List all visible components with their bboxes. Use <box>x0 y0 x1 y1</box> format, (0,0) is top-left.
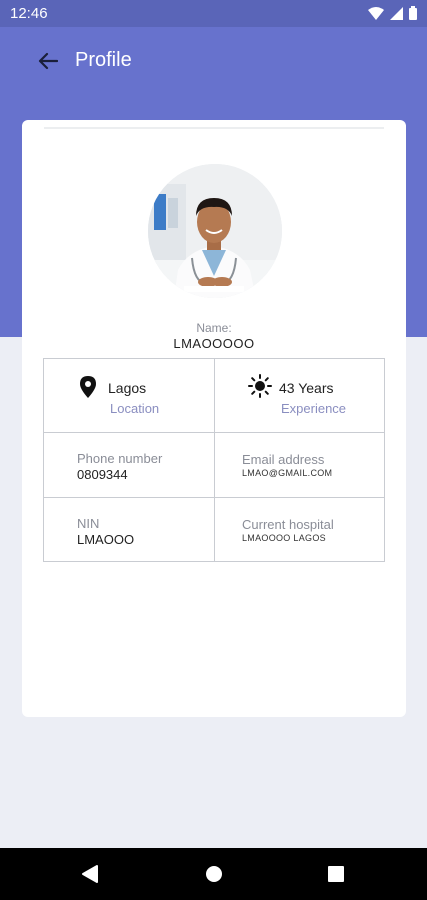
nav-back-icon[interactable] <box>81 864 99 884</box>
sun-icon <box>248 374 272 398</box>
page-title: Profile <box>75 49 132 71</box>
nin-value: LMAOOO <box>77 532 135 547</box>
experience-label: Experience <box>281 401 347 416</box>
grid-divider-horizontal <box>44 497 384 498</box>
card-divider <box>44 127 384 129</box>
name-value: LMAOOOOO <box>173 336 255 351</box>
status-time: 12:46 <box>10 5 48 22</box>
hospital-value: LMAOOOO LAGOS <box>242 533 326 543</box>
location-label: Location <box>110 401 160 416</box>
grid-divider-vertical <box>214 359 215 561</box>
avatar <box>148 164 282 298</box>
nin-label: NIN <box>77 516 100 531</box>
nav-recents-icon[interactable] <box>328 866 344 882</box>
wifi-icon <box>368 6 384 20</box>
location-value: Lagos <box>108 380 147 396</box>
back-button[interactable] <box>30 47 66 75</box>
profile-card: Name: LMAOOOOO Lagos Location 43 Years E… <box>22 120 406 717</box>
name-label: Name: <box>196 321 232 335</box>
email-value: LMAO@GMAIL.COM <box>242 468 333 478</box>
hospital-label: Current hospital <box>242 517 334 532</box>
battery-icon <box>409 6 417 20</box>
info-grid: Lagos Location 43 Years Experience Phone… <box>43 358 385 562</box>
status-bar: 12:46 <box>0 0 427 27</box>
status-icons <box>368 6 417 20</box>
grid-divider-horizontal <box>44 432 384 433</box>
experience-value: 43 Years <box>279 380 334 396</box>
nav-home-icon[interactable] <box>205 865 223 883</box>
location-pin-icon <box>80 376 96 398</box>
phone-label: Phone number <box>77 451 163 466</box>
signal-icon <box>390 6 403 20</box>
navigation-bar <box>0 848 427 900</box>
back-arrow-icon <box>38 52 58 70</box>
phone-value: 0809344 <box>77 467 128 482</box>
email-label: Email address <box>242 452 325 467</box>
